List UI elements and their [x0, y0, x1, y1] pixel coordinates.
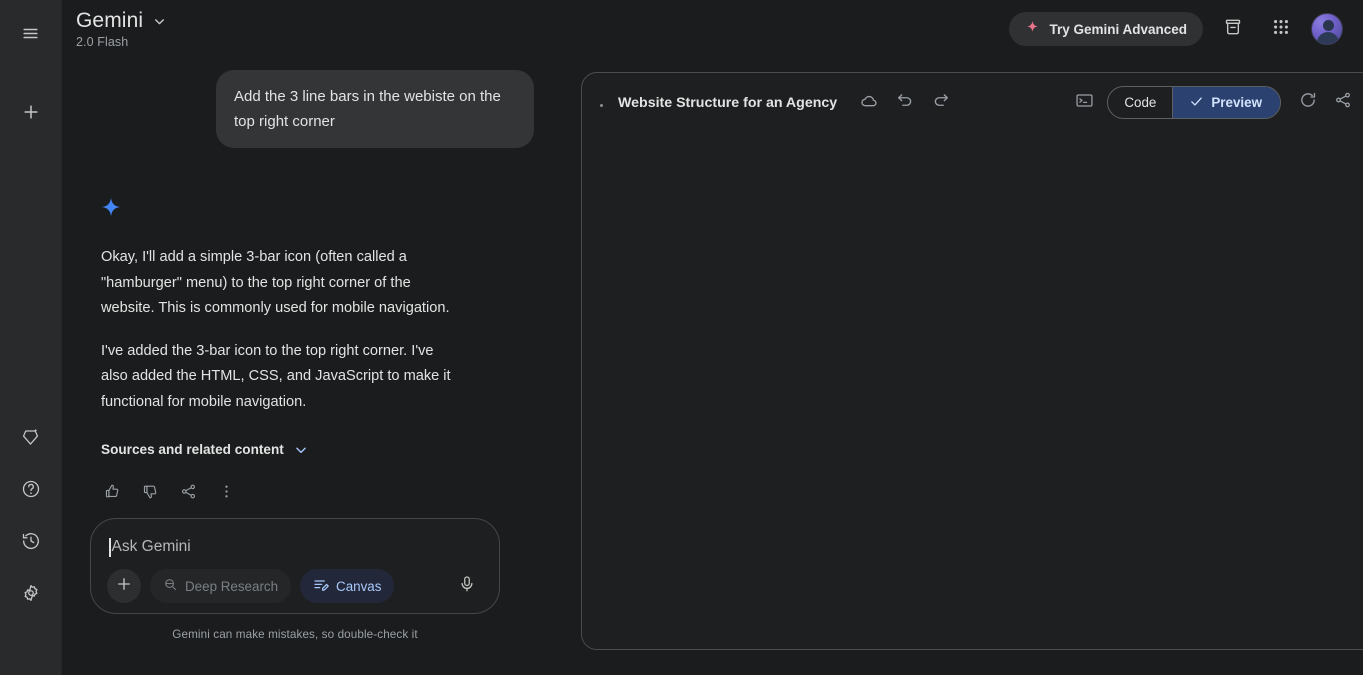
- archive-button[interactable]: [1215, 11, 1251, 47]
- main-area: Gemini 2.0 Flash Try Gemini Advanced Add…: [62, 0, 1363, 675]
- share-icon: [1334, 91, 1352, 114]
- new-chat-button[interactable]: [11, 94, 51, 134]
- canvas-share-button[interactable]: [1327, 87, 1359, 119]
- share-button[interactable]: [172, 478, 204, 510]
- canvas-chip[interactable]: Canvas: [300, 569, 395, 603]
- google-apps-button[interactable]: [1263, 11, 1299, 47]
- sources-label: Sources and related content: [101, 442, 284, 457]
- text-cursor: [109, 537, 111, 557]
- help-circle-icon: [21, 479, 41, 504]
- top-bar: Gemini 2.0 Flash Try Gemini Advanced: [62, 0, 1363, 56]
- sidebar-item-help[interactable]: [11, 471, 51, 511]
- message-actions: [96, 478, 534, 510]
- sidebar-item-activity[interactable]: [11, 523, 51, 563]
- gem-sparkle-icon: [21, 427, 40, 451]
- deep-research-icon: [163, 577, 178, 595]
- code-preview-toggle: Code Preview: [1107, 86, 1281, 119]
- canvas-header: Website Structure for an Agency Code Pre…: [582, 73, 1363, 132]
- sparkle-icon: [1025, 20, 1040, 38]
- chevron-down-icon[interactable]: [153, 15, 166, 28]
- cloud-icon: [860, 91, 879, 115]
- model-label: 2.0 Flash: [76, 35, 129, 49]
- composer-toolbar: Deep Research Canvas: [107, 569, 483, 603]
- thumbs-up-icon: [104, 483, 121, 505]
- redo-button[interactable]: [925, 87, 957, 119]
- canvas-label: Canvas: [336, 578, 382, 594]
- plus-icon: [21, 102, 41, 127]
- tab-preview[interactable]: Preview: [1173, 87, 1280, 118]
- apps-grid-icon: [1271, 17, 1291, 42]
- dislike-button[interactable]: [134, 478, 166, 510]
- add-attachment-button[interactable]: [107, 569, 141, 603]
- page-title: Gemini: [76, 9, 144, 32]
- sources-and-related-content-button[interactable]: Sources and related content: [101, 442, 308, 457]
- prompt-placeholder: Ask Gemini: [111, 538, 191, 555]
- undo-icon: [896, 91, 914, 114]
- composer-wrapper: Ask Gemini Deep Research Canvas Gemini c…: [90, 518, 500, 641]
- share-icon: [180, 483, 197, 505]
- cloud-save-button[interactable]: [853, 87, 885, 119]
- tab-code[interactable]: Code: [1108, 87, 1172, 118]
- more-vert-icon: [218, 483, 235, 505]
- rail-top-group: [11, 0, 51, 134]
- assistant-paragraph: Okay, I'll add a simple 3-bar icon (ofte…: [101, 249, 450, 316]
- deep-research-chip[interactable]: Deep Research: [150, 569, 292, 603]
- check-icon: [1189, 94, 1204, 112]
- gemini-app: Gemini 2.0 Flash Try Gemini Advanced Add…: [0, 0, 1363, 675]
- top-right-controls: Try Gemini Advanced: [1009, 8, 1343, 47]
- refresh-button[interactable]: [1292, 87, 1324, 119]
- chevron-down-icon: [294, 443, 308, 457]
- settings-gear-icon: [21, 583, 41, 608]
- conversation-inner: Add the 3 line bars in the webiste on th…: [62, 56, 562, 510]
- plus-icon: [115, 575, 133, 598]
- sidebar-item-upgrade[interactable]: [11, 419, 51, 459]
- hamburger-menu-icon: [21, 24, 40, 48]
- refresh-icon: [1299, 91, 1317, 114]
- hamburger-menu-button[interactable]: [11, 16, 51, 56]
- conversation-panel: Add the 3 line bars in the webiste on th…: [62, 56, 562, 675]
- gemini-spark-icon: [98, 196, 124, 222]
- rail-bottom-group: [11, 419, 51, 675]
- thumbs-down-icon: [142, 483, 159, 505]
- more-options-button[interactable]: [210, 478, 242, 510]
- avatar[interactable]: [1311, 13, 1343, 45]
- canvas-panel: Website Structure for an Agency Code Pre…: [581, 72, 1363, 650]
- microphone-icon: [458, 575, 476, 598]
- avatar-head: [1322, 20, 1334, 31]
- canvas-edit-icon: [313, 577, 329, 596]
- avatar-body: [1317, 32, 1339, 44]
- microphone-button[interactable]: [451, 570, 483, 602]
- undo-button[interactable]: [889, 87, 921, 119]
- composer[interactable]: Ask Gemini Deep Research Canvas: [90, 518, 500, 614]
- assistant-response-text: Okay, I'll add a simple 3-bar icon (ofte…: [90, 245, 460, 415]
- prompt-input[interactable]: Ask Gemini: [107, 533, 483, 561]
- brand-block: Gemini 2.0 Flash: [74, 8, 166, 49]
- canvas-title: Website Structure for an Agency: [618, 94, 838, 111]
- tab-code-label: Code: [1124, 95, 1157, 110]
- assistant-message: Okay, I'll add a simple 3-bar icon (ofte…: [90, 196, 534, 510]
- tab-preview-label: Preview: [1211, 95, 1262, 110]
- deep-research-label: Deep Research: [185, 578, 279, 594]
- terminal-icon: [1075, 91, 1094, 115]
- canvas-dot-marker: [600, 104, 603, 107]
- like-button[interactable]: [96, 478, 128, 510]
- brand-texts: Gemini 2.0 Flash: [76, 8, 166, 49]
- disclaimer-text: Gemini can make mistakes, so double-chec…: [172, 628, 418, 641]
- canvas-preview-content[interactable]: [582, 132, 1363, 649]
- assistant-paragraph: I've added the 3-bar icon to the top rig…: [101, 342, 451, 410]
- terminal-button[interactable]: [1068, 87, 1100, 119]
- left-rail: [0, 0, 62, 675]
- user-message-bubble: Add the 3 line bars in the webiste on th…: [216, 70, 534, 148]
- history-clock-icon: [21, 531, 41, 556]
- redo-icon: [932, 91, 950, 114]
- try-gemini-advanced-label: Try Gemini Advanced: [1049, 21, 1187, 37]
- sidebar-item-settings[interactable]: [11, 575, 51, 615]
- brand-row: Gemini: [76, 8, 166, 34]
- canvas-header-right: Code Preview: [1068, 86, 1363, 119]
- archive-icon: [1223, 17, 1243, 42]
- try-gemini-advanced-button[interactable]: Try Gemini Advanced: [1009, 12, 1203, 46]
